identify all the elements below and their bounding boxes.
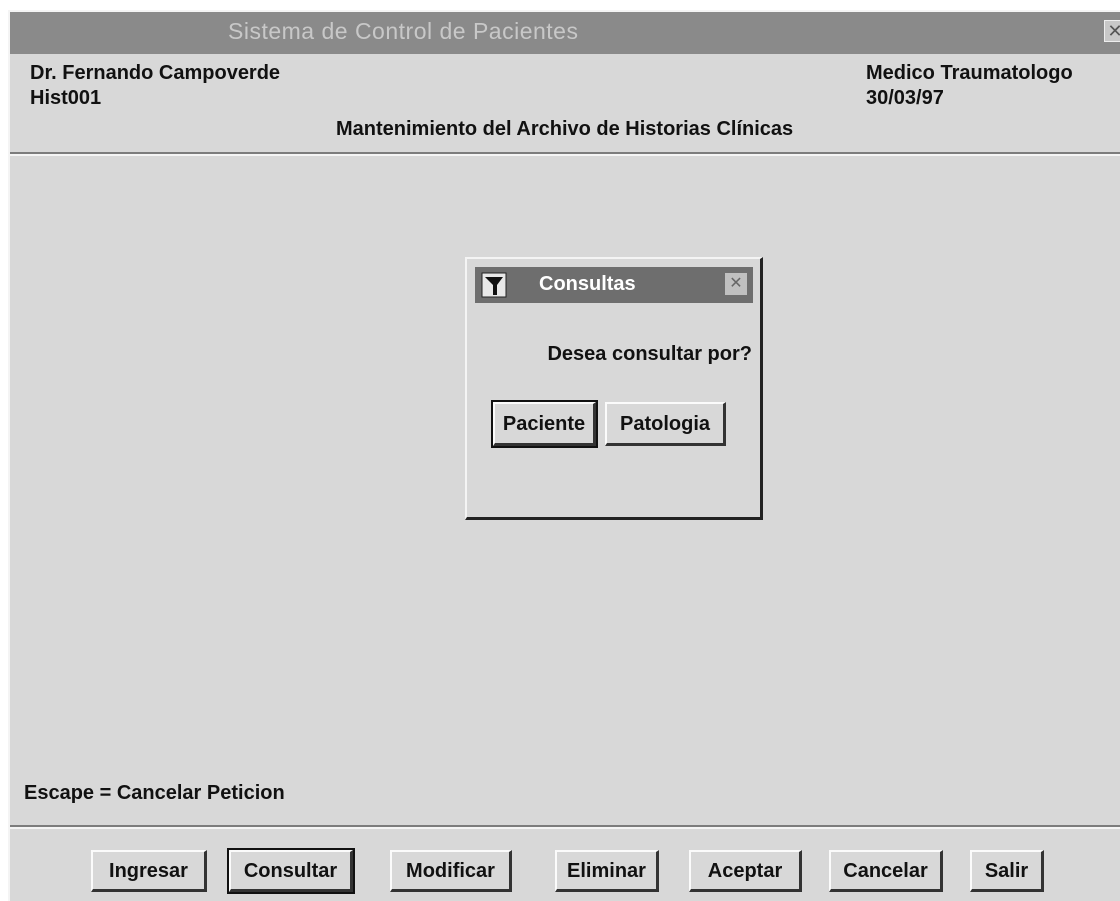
window-title: Sistema de Control de Pacientes xyxy=(228,18,579,44)
escape-hint: Escape = Cancelar Peticion xyxy=(24,782,285,804)
doctor-specialty: Medico Traumatologo xyxy=(866,62,1073,84)
paciente-button[interactable]: Paciente xyxy=(491,400,598,448)
patologia-button[interactable]: Patologia xyxy=(605,402,726,446)
app-icon xyxy=(481,271,507,299)
current-date: 30/03/97 xyxy=(866,87,944,109)
eliminar-button[interactable]: Eliminar xyxy=(555,850,659,892)
dialog-title: Consultas xyxy=(539,273,636,295)
consultas-dialog: Consultas ✕ Desea consultar por? Pacient… xyxy=(465,257,763,520)
doctor-name: Dr. Fernando Campoverde xyxy=(30,62,281,84)
footer-divider xyxy=(10,825,1120,829)
form-title: Mantenimiento del Archivo de Historias C… xyxy=(336,118,794,140)
cancelar-button[interactable]: Cancelar xyxy=(829,850,943,892)
form-code: Hist001 xyxy=(30,87,102,109)
header-divider xyxy=(10,152,1120,156)
close-icon[interactable]: ✕ xyxy=(1104,20,1120,42)
title-bar[interactable]: Sistema de Control de Pacientes ✕ xyxy=(10,12,1120,54)
modificar-button[interactable]: Modificar xyxy=(390,850,512,892)
consultar-button[interactable]: Consultar xyxy=(227,848,355,894)
aceptar-button[interactable]: Aceptar xyxy=(689,850,802,892)
dialog-message: Desea consultar por? xyxy=(547,343,752,365)
salir-button[interactable]: Salir xyxy=(970,850,1044,892)
close-icon[interactable]: ✕ xyxy=(725,273,747,295)
dialog-title-bar[interactable]: Consultas ✕ xyxy=(475,267,753,303)
main-window: Sistema de Control de Pacientes ✕ Dr. Fe… xyxy=(8,10,1120,901)
ingresar-button[interactable]: Ingresar xyxy=(91,850,207,892)
